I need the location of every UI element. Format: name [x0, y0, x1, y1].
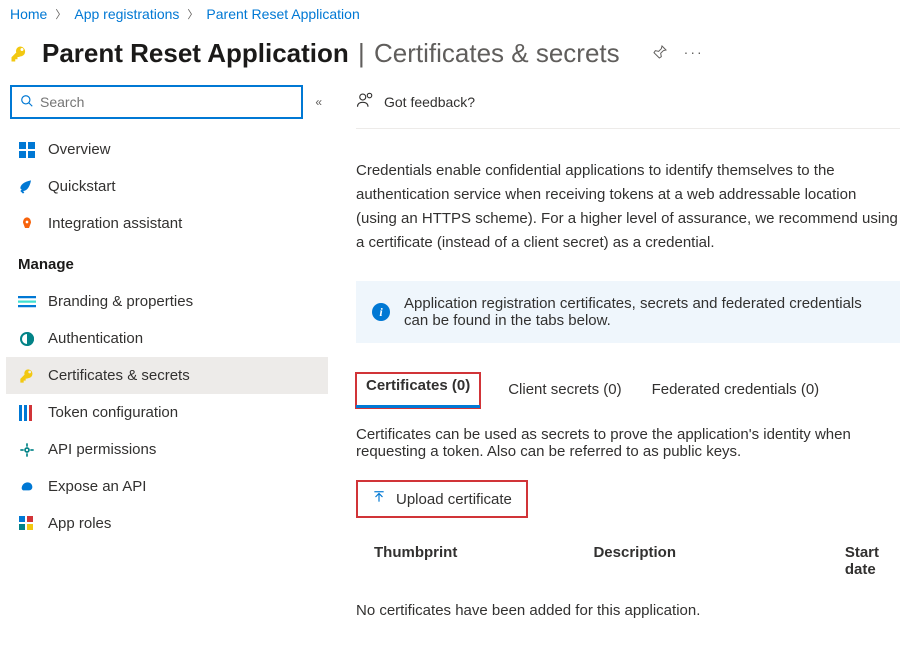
title-actions: ···: [652, 44, 704, 63]
more-icon[interactable]: ···: [684, 44, 704, 63]
sidebar-item-label: Expose an API: [48, 478, 146, 495]
upload-certificate-label: Upload certificate: [396, 491, 512, 508]
certificates-tab-description: Certificates can be used as secrets to p…: [356, 408, 900, 480]
sidebar-item-label: App roles: [48, 515, 111, 532]
expose-api-icon: [18, 479, 36, 495]
sidebar-item-label: Quickstart: [48, 178, 116, 195]
collapse-sidebar-icon[interactable]: «: [315, 95, 322, 109]
api-permissions-icon: [18, 442, 36, 458]
token-icon: [18, 405, 36, 421]
sidebar-item-label: Overview: [48, 141, 111, 158]
app-roles-icon: [18, 516, 36, 532]
column-start-date: Start date: [845, 544, 900, 578]
search-input[interactable]: [40, 94, 293, 110]
app-name: Parent Reset Application: [42, 38, 349, 68]
column-description: Description: [593, 544, 784, 578]
info-banner-text: Application registration certificates, s…: [404, 295, 884, 329]
sidebar-item-authentication[interactable]: Authentication: [6, 320, 328, 357]
sidebar-section-manage: Manage: [6, 242, 328, 283]
pin-icon[interactable]: [652, 44, 668, 63]
page-title-row: Parent Reset Application | Certificates …: [0, 24, 900, 79]
column-thumbprint: Thumbprint: [374, 544, 533, 578]
sidebar-item-label: Authentication: [48, 330, 143, 347]
breadcrumb-app-registrations[interactable]: App registrations: [74, 6, 179, 22]
rocket-icon: [18, 216, 36, 232]
sidebar-item-api-permissions[interactable]: API permissions: [6, 431, 328, 468]
page-section: Certificates & secrets: [374, 38, 620, 68]
credentials-description: Credentials enable confidential applicat…: [356, 129, 900, 281]
search-input-container[interactable]: [10, 85, 303, 119]
sidebar: « Overview Quickstart Integration assist…: [0, 79, 328, 639]
credential-tabs: Certificates (0) Client secrets (0) Fede…: [356, 343, 900, 408]
sidebar-item-overview[interactable]: Overview: [6, 131, 328, 168]
chevron-right-icon: 〉: [55, 6, 66, 22]
sidebar-item-certificates-secrets[interactable]: Certificates & secrets: [6, 357, 328, 394]
sidebar-item-label: Token configuration: [48, 404, 178, 421]
upload-icon: [372, 490, 386, 508]
sidebar-item-quickstart[interactable]: Quickstart: [6, 168, 328, 205]
main-content: Got feedback? Credentials enable confide…: [328, 79, 900, 639]
sidebar-item-label: Integration assistant: [48, 215, 182, 232]
authentication-icon: [18, 331, 36, 347]
upload-certificate-button[interactable]: Upload certificate: [356, 480, 528, 518]
tab-client-secrets[interactable]: Client secrets (0): [506, 373, 623, 408]
sidebar-item-label: Certificates & secrets: [48, 367, 190, 384]
empty-certificates-message: No certificates have been added for this…: [356, 582, 900, 639]
title-separator: |: [358, 38, 365, 68]
sidebar-item-app-roles[interactable]: App roles: [6, 505, 328, 542]
breadcrumb: Home 〉 App registrations 〉 Parent Reset …: [0, 0, 900, 24]
breadcrumb-home[interactable]: Home: [10, 6, 47, 22]
key-icon: [10, 40, 28, 68]
sidebar-item-integration-assistant[interactable]: Integration assistant: [6, 205, 328, 242]
branding-icon: [18, 295, 36, 309]
feedback-label: Got feedback?: [384, 94, 475, 110]
sidebar-item-label: API permissions: [48, 441, 156, 458]
chevron-right-icon: 〉: [187, 6, 198, 22]
certificates-table-header: Thumbprint Description Start date: [356, 518, 900, 582]
tab-certificates[interactable]: Certificates (0): [356, 373, 480, 408]
sidebar-item-expose-api[interactable]: Expose an API: [6, 468, 328, 505]
sidebar-item-token-configuration[interactable]: Token configuration: [6, 394, 328, 431]
tab-federated-credentials[interactable]: Federated credentials (0): [650, 373, 822, 408]
feedback-icon: [356, 91, 374, 112]
sidebar-item-branding[interactable]: Branding & properties: [6, 283, 328, 320]
info-banner: i Application registration certificates,…: [356, 281, 900, 343]
quickstart-icon: [18, 179, 36, 195]
page-title: Parent Reset Application | Certificates …: [42, 38, 620, 69]
key-icon: [18, 368, 36, 384]
overview-icon: [18, 142, 36, 158]
breadcrumb-current: Parent Reset Application: [206, 6, 359, 22]
feedback-link[interactable]: Got feedback?: [356, 83, 900, 129]
search-icon: [20, 94, 34, 111]
info-icon: i: [372, 303, 390, 321]
sidebar-item-label: Branding & properties: [48, 293, 193, 310]
